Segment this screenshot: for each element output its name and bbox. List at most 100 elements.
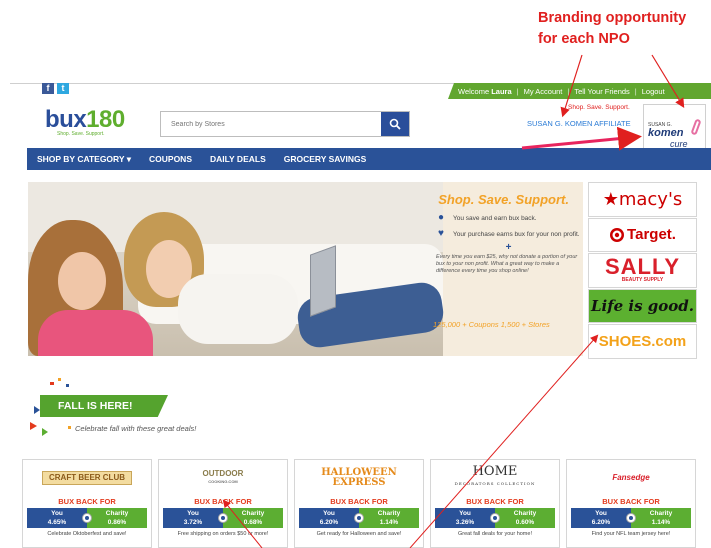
facebook-icon[interactable]: f [42,83,54,94]
fall-banner: FALL IS HERE! [40,395,168,417]
you-value: 4.65% [47,519,67,526]
you-label: You [323,510,335,517]
separator: | [516,86,519,96]
featured-brands: ★macy's Target. SALLY BEAUTY SUPPLY Life… [588,182,697,360]
hero-stats: 125,000 + Coupons 1,500 + Stores [433,320,550,329]
cashback-split: You 6.20% Charity 1.14% [571,508,691,528]
deal-card-outdoor-cooking[interactable]: OUTDOOR COOKING.COM BUX BACK FOR You 3.72%… [158,459,288,548]
sally-logo: SALLY [604,254,681,280]
laptop-image [310,245,336,317]
you-rate: You 6.20% [299,508,359,528]
charity-value: 1.14% [379,519,399,526]
hero-text: Shop. Save. Support. ● You save and earn … [416,192,581,275]
deal-card-halloween-express[interactable]: HALLOWEEN EXPRESS BUX BACK FOR You 6.20% … [294,459,424,548]
separator: | [567,86,570,96]
social-links: f t [42,83,69,94]
you-rate: You 3.72% [163,508,223,528]
charity-label: Charity [513,510,537,517]
user-icon: ● [438,212,445,223]
hero-banner[interactable]: Shop. Save. Support. ● You save and earn … [28,182,583,356]
deal-cards: CRAFT BEER CLUB BUX BACK FOR You 4.65% Ch… [22,459,697,548]
logout-link[interactable]: Logout [642,87,665,96]
charity-rate: Charity 1.14% [359,508,419,528]
you-rate: You 6.20% [571,508,631,528]
deal-card-craft-beer[interactable]: CRAFT BEER CLUB BUX BACK FOR You 4.65% Ch… [22,459,152,548]
you-value: 6.20% [591,519,611,526]
cashback-split: You 3.26% Charity 0.60% [435,508,555,528]
fansedge-logo: Fansedge [612,473,650,482]
fall-subtitle: Celebrate fall with these great deals! [75,424,197,433]
nav-coupons[interactable]: COUPONS [149,154,192,164]
deal-card-fansedge[interactable]: Fansedge BUX BACK FOR You 6.20% Charity 1.… [566,459,696,548]
you-label: You [51,510,63,517]
charity-value: 0.86% [107,519,127,526]
outdoor-cooking-logo: OUTDOOR COOKING.COM [202,468,244,484]
hero-line-2: Your purchase earns bux for your non pro… [453,230,580,238]
bux-back-label: BUX BACK FOR [194,497,252,506]
charity-label: Charity [105,510,129,517]
search-bar [160,111,410,137]
search-input[interactable] [161,112,381,136]
nav-daily-deals[interactable]: DAILY DEALS [210,154,266,164]
you-value: 3.26% [455,519,475,526]
charity-value: 1.14% [651,519,671,526]
charity-label: Charity [241,510,265,517]
you-rate: You 4.65% [27,508,87,528]
annotation-text: Branding opportunity for each NPO [522,8,702,50]
charity-label: Charity [377,510,401,517]
home-decorators-logo: HOME DECORATORS COLLECTION [454,463,536,486]
npo-tagline: Shop. Save. Support. [568,104,630,111]
nav-shop-by-category[interactable]: SHOP BY CATEGORY ▾ [37,154,131,165]
deal-description: Get ready for Halloween and save! [316,531,402,537]
macys-logo: ★macy's [602,188,683,210]
craft-beer-logo: CRAFT BEER CLUB [42,470,132,485]
target-bullseye-icon [610,227,625,242]
split-toggle-icon [626,513,636,523]
deal-card-home-decorators[interactable]: HOME DECORATORS COLLECTION BUX BACK FOR Y… [430,459,560,548]
brand-shoes[interactable]: SHOES.com [588,324,697,359]
charity-rate: Charity 1.14% [631,508,691,528]
hero-photo [28,182,446,356]
charity-label: Charity [649,510,673,517]
you-label: You [459,510,471,517]
hero-title: Shop. Save. Support. [438,192,569,207]
brand-life-is-good[interactable]: Life is good. [588,288,697,323]
user-name: Laura [491,86,512,96]
annotation-line-1: Branding opportunity [538,10,687,26]
bux-back-label: BUX BACK FOR [602,497,660,506]
charity-rate: Charity 0.86% [87,508,147,528]
brand-target[interactable]: Target. [588,217,697,252]
brand-sally[interactable]: SALLY BEAUTY SUPPLY [588,253,697,288]
my-account-link[interactable]: My Account [524,87,563,96]
search-icon [389,118,401,130]
bux-back-label: BUX BACK FOR [330,497,388,506]
bux-back-label: BUX BACK FOR [466,497,524,506]
npo-affiliate[interactable]: SUSAN G. KOMEN AFFILIATE [527,119,631,128]
nav-grocery-savings[interactable]: GROCERY SAVINGS [284,154,367,164]
lifeisgood-logo: Life is good. [590,296,695,315]
main-nav: SHOP BY CATEGORY ▾ COUPONS DAILY DEALS G… [27,148,711,170]
plus-icon: + [505,242,512,253]
logo-text-b: 180 [86,106,125,133]
split-toggle-icon [354,513,364,523]
twitter-icon[interactable]: t [57,83,69,94]
sally-subtitle: BEAUTY SUPPLY [621,277,664,284]
tell-friends-link[interactable]: Tell Your Friends [574,87,629,96]
brand-macys[interactable]: ★macy's [588,182,697,217]
deal-description: Celebrate Oktoberfest and save! [47,531,127,537]
logo-text-a: bux [45,106,87,133]
you-value: 3.72% [183,519,203,526]
search-button[interactable] [381,112,409,136]
cashback-split: You 6.20% Charity 1.14% [299,508,419,528]
shoes-logo: SHOES.com [598,332,687,350]
welcome-text: Welcome Laura [458,86,512,96]
bux180-logo[interactable]: bux180 Shop. Save. Support. [45,106,125,137]
deal-description: Great fall deals for your home! [458,531,532,537]
target-logo: Target. [627,226,676,244]
arrow-thick-to-npo [521,126,642,151]
annotation-line-2: for each NPO [538,31,630,47]
bux-back-label: BUX BACK FOR [58,497,116,506]
deal-description: Find your NFL team jersey here! [591,531,671,537]
split-toggle-icon [490,513,500,523]
separator: | [634,86,637,96]
